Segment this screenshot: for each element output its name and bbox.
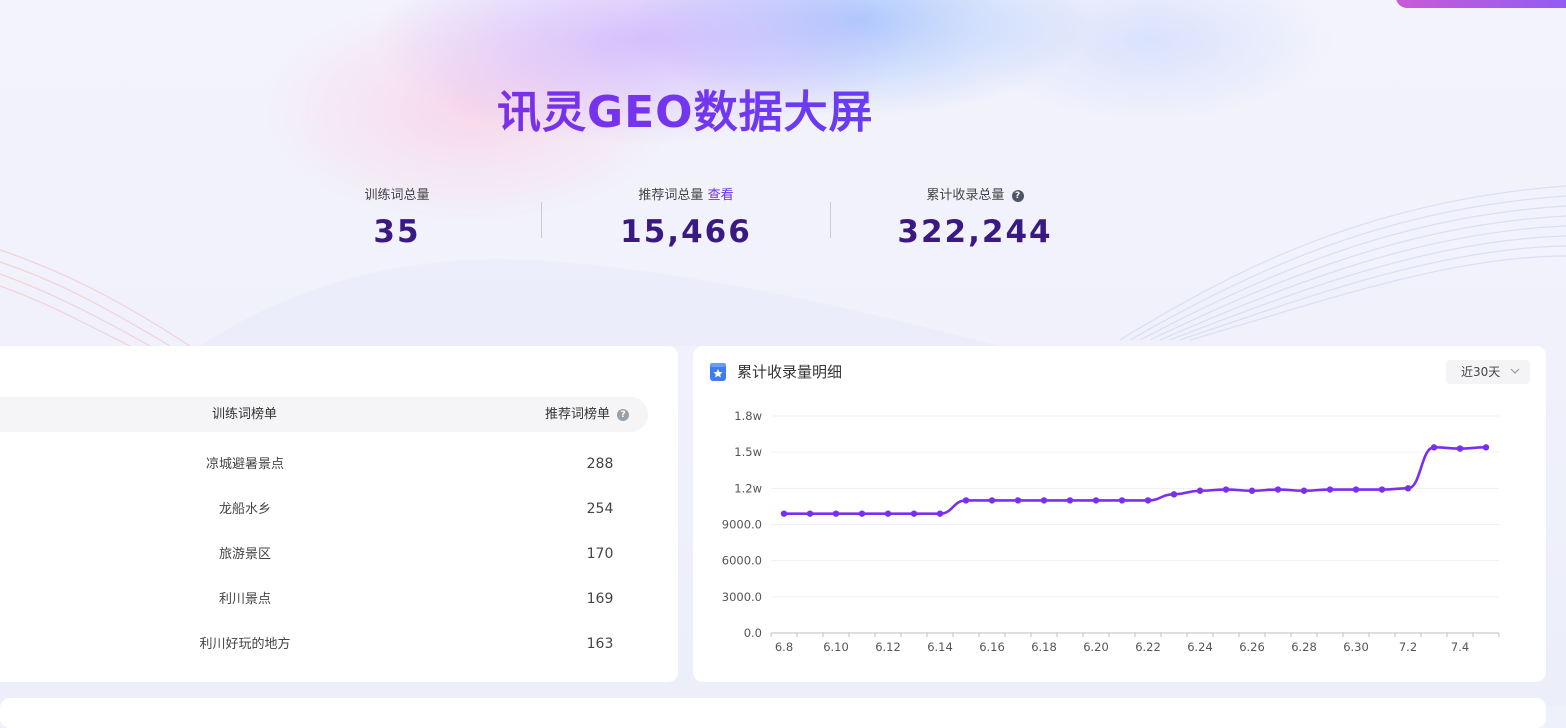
x-tick-label: 6.16 bbox=[979, 640, 1005, 654]
data-point bbox=[1430, 444, 1438, 451]
x-tick-label: 6.12 bbox=[875, 640, 901, 654]
data-point bbox=[1352, 486, 1360, 493]
y-tick-label: 0.0 bbox=[744, 626, 762, 640]
help-icon[interactable]: ? bbox=[1011, 189, 1024, 202]
data-point bbox=[962, 497, 970, 504]
row-keyword: 利川好玩的地方 bbox=[199, 637, 291, 652]
row-count: 254 bbox=[586, 501, 614, 517]
data-point bbox=[1456, 445, 1464, 452]
x-tick-label: 6.18 bbox=[1031, 640, 1057, 654]
data-point bbox=[1092, 497, 1100, 504]
data-point bbox=[1196, 487, 1204, 494]
y-tick-label: 1.8w bbox=[734, 409, 762, 423]
bottom-card bbox=[0, 698, 1546, 728]
ranking-table-header: 训练词榜单 推荐词榜单 ? bbox=[0, 397, 648, 432]
column-header-label: 推荐词榜单 bbox=[545, 407, 611, 422]
row-keyword: 凉城避暑景点 bbox=[205, 457, 284, 472]
data-point bbox=[1144, 497, 1152, 504]
data-point bbox=[1222, 486, 1230, 493]
row-count: 288 bbox=[586, 456, 614, 472]
x-tick-label: 6.10 bbox=[823, 640, 849, 654]
stat-divider bbox=[830, 202, 831, 238]
data-point bbox=[936, 510, 944, 517]
data-point bbox=[1014, 497, 1022, 504]
data-point bbox=[1170, 491, 1178, 498]
data-point bbox=[988, 497, 996, 504]
row-count: 169 bbox=[586, 591, 614, 607]
x-tick-label: 6.28 bbox=[1291, 640, 1317, 654]
y-tick-label: 1.5w bbox=[734, 445, 762, 459]
data-point bbox=[1274, 486, 1282, 493]
data-point bbox=[780, 510, 788, 517]
y-tick-label: 9000.0 bbox=[722, 518, 762, 532]
row-keyword: 旅游景区 bbox=[218, 547, 271, 562]
help-icon[interactable]: ? bbox=[617, 408, 630, 421]
y-tick-label: 3000.0 bbox=[722, 590, 762, 604]
column-header-training-words: 训练词榜单 bbox=[212, 407, 278, 422]
data-point bbox=[1404, 485, 1412, 492]
data-point bbox=[1040, 497, 1048, 504]
column-header-recommended-words: 推荐词榜单 ? bbox=[545, 397, 630, 432]
data-point bbox=[858, 510, 866, 517]
indexed-detail-card: 累计收录量明细 近30天 0.0 3000.0 6000.0 9000.0 1.2w 1.… bbox=[693, 346, 1546, 682]
y-tick-label: 6000.0 bbox=[722, 554, 762, 568]
data-point bbox=[1300, 487, 1308, 494]
table-row[interactable]: 龙船水乡 254 bbox=[0, 487, 648, 532]
x-tick-label: 7.2 bbox=[1399, 640, 1417, 654]
view-link[interactable]: 查看 bbox=[708, 188, 734, 203]
table-row[interactable]: 凉城避暑景点 288 bbox=[0, 442, 648, 487]
data-point bbox=[1066, 497, 1074, 504]
stat-value: 322,244 bbox=[897, 214, 1053, 250]
stat-value: 15,466 bbox=[620, 214, 752, 250]
y-tick-label: 1.2w bbox=[734, 481, 762, 495]
data-point bbox=[1326, 486, 1334, 493]
stat-label: 训练词总量 bbox=[364, 188, 430, 203]
x-tick-label: 6.26 bbox=[1239, 640, 1265, 654]
page-title: 讯灵GEO数据大屏 bbox=[497, 76, 874, 140]
row-count: 170 bbox=[586, 546, 614, 562]
data-point bbox=[1482, 444, 1490, 451]
table-row[interactable]: 利川景点 169 bbox=[0, 577, 648, 622]
stat-label: 累计收录总量 bbox=[926, 188, 1005, 203]
x-tick-label: 6.24 bbox=[1187, 640, 1213, 654]
x-tick-label: 6.14 bbox=[927, 640, 953, 654]
row-keyword: 利川景点 bbox=[218, 592, 271, 607]
stat-divider bbox=[541, 202, 542, 238]
row-count: 163 bbox=[586, 636, 614, 652]
stat-training-words: 训练词总量 35 bbox=[277, 186, 517, 250]
x-tick-label: 6.22 bbox=[1135, 640, 1161, 654]
series-line bbox=[784, 446, 1487, 515]
line-chart: 0.0 3000.0 6000.0 9000.0 1.2w 1.5w 1.8w 6.8 6.10… bbox=[722, 409, 1500, 654]
data-point bbox=[1118, 497, 1126, 504]
data-point bbox=[910, 510, 918, 517]
x-tick-label: 6.8 bbox=[775, 640, 793, 654]
data-point bbox=[806, 510, 814, 517]
stat-recommended-words: 推荐词总量 查看 15,466 bbox=[566, 186, 806, 250]
table-row[interactable]: 利川好玩的地方 163 bbox=[0, 622, 648, 667]
stat-value: 35 bbox=[373, 214, 421, 250]
stat-cumulative-indexed: 累计收录总量 ? 322,244 bbox=[855, 186, 1095, 250]
data-point bbox=[884, 510, 892, 517]
x-tick-label: 6.30 bbox=[1343, 640, 1369, 654]
stat-label: 推荐词总量 bbox=[638, 188, 704, 203]
x-tick-label: 6.20 bbox=[1083, 640, 1109, 654]
data-point bbox=[1378, 486, 1386, 493]
table-row[interactable]: 旅游景区 170 bbox=[0, 532, 648, 577]
data-point bbox=[1248, 487, 1256, 494]
top-right-button[interactable] bbox=[1396, 0, 1566, 8]
row-keyword: 龙船水乡 bbox=[218, 502, 271, 517]
data-point bbox=[832, 510, 840, 517]
x-tick-label: 7.4 bbox=[1451, 640, 1469, 654]
ranking-card: 训练词榜单 推荐词榜单 ? 凉城避暑景点 288 龙船水乡 254 旅游景区 1… bbox=[0, 346, 678, 682]
